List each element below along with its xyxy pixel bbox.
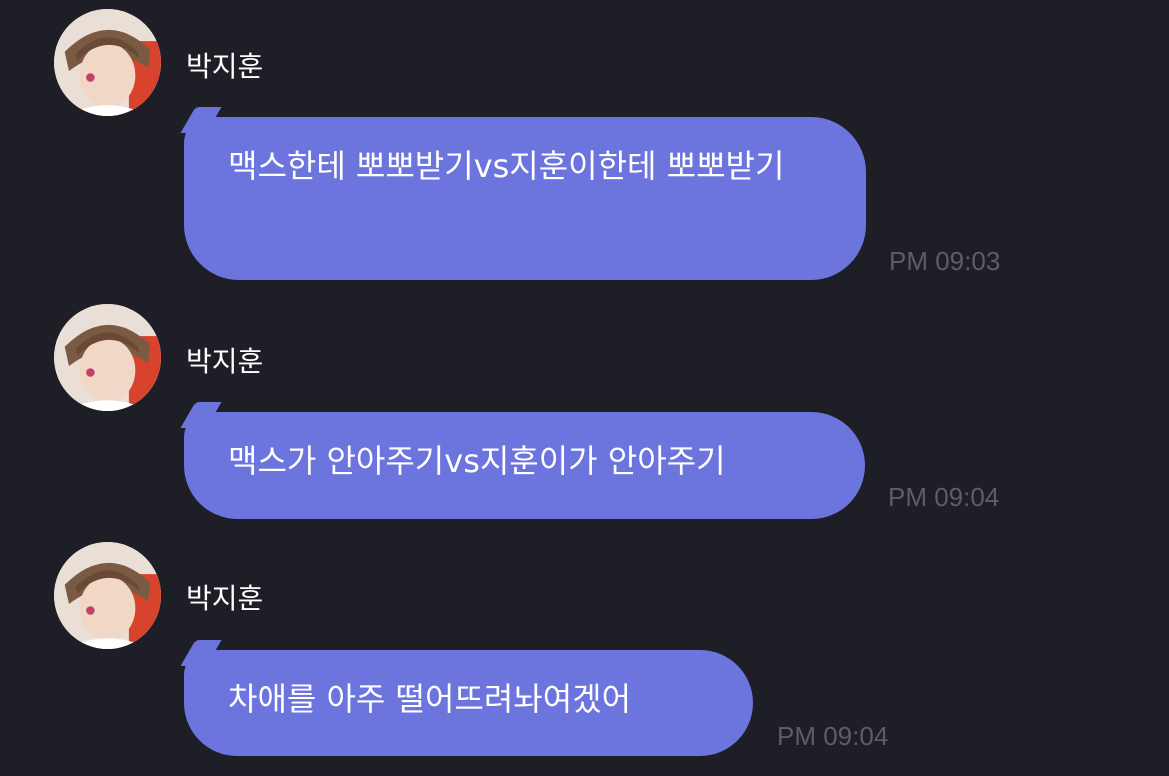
chat-message-list: 박지훈 맥스한테 뽀뽀받기vs지훈이한테 뽀뽀받기 PM 09:03 박지훈 맥… (0, 0, 1169, 776)
message-bubble[interactable]: 맥스가 안아주기vs지훈이가 안아주기 (184, 412, 865, 519)
profile-photo-icon (54, 542, 161, 649)
sender-avatar[interactable] (54, 304, 161, 411)
sender-avatar[interactable] (54, 542, 161, 649)
sender-name: 박지훈 (186, 345, 264, 378)
profile-photo-icon (54, 9, 161, 116)
profile-photo-icon (54, 304, 161, 411)
message-timestamp: PM 09:04 (888, 482, 1000, 512)
message-text: 차애를 아주 떨어뜨려놔여겠어 (228, 680, 632, 718)
sender-avatar[interactable] (54, 9, 161, 116)
sender-name: 박지훈 (186, 50, 264, 83)
message-timestamp: PM 09:04 (777, 721, 889, 751)
message-bubble[interactable]: 맥스한테 뽀뽀받기vs지훈이한테 뽀뽀받기 (184, 117, 866, 280)
message-text: 맥스가 안아주기vs지훈이가 안아주기 (228, 442, 726, 480)
message-bubble[interactable]: 차애를 아주 떨어뜨려놔여겠어 (184, 650, 753, 756)
message-timestamp: PM 09:03 (889, 246, 1001, 276)
sender-name: 박지훈 (186, 582, 264, 615)
message-text: 맥스한테 뽀뽀받기vs지훈이한테 뽀뽀받기 (228, 147, 785, 185)
